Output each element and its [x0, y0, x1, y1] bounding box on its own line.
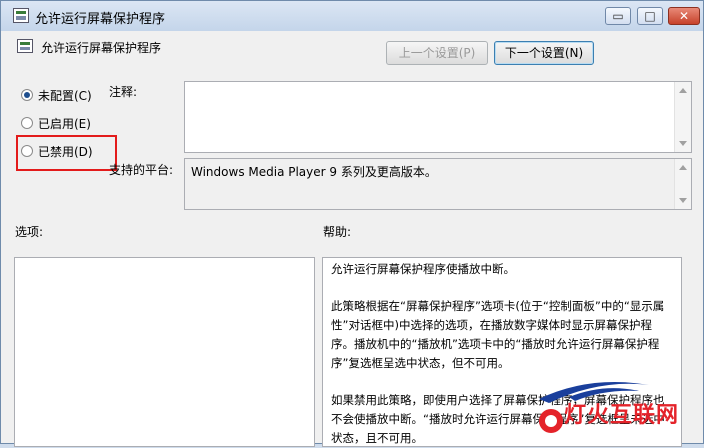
options-label: 选项:: [15, 225, 44, 239]
scroll-up-icon[interactable]: [679, 88, 687, 93]
watermark-text: 灯火互联网: [564, 403, 680, 428]
help-paragraph: 允许运行屏幕保护程序使播放中断。: [331, 262, 515, 276]
setting-icon: [17, 39, 33, 53]
policy-window: 允许运行屏幕保护程序 ▭ □ ✕ 允许运行屏幕保护程序 上一个设置(P) 下一个…: [0, 0, 704, 447]
radio-button[interactable]: [21, 89, 33, 101]
options-pane: [14, 257, 315, 447]
maximize-button[interactable]: □: [637, 7, 663, 25]
platform-label: 支持的平台:: [109, 163, 174, 177]
comment-field[interactable]: [184, 81, 692, 153]
scroll-down-icon[interactable]: [679, 198, 687, 203]
next-setting-button[interactable]: 下一个设置(N): [494, 41, 594, 65]
window-title: 允许运行屏幕保护程序: [35, 12, 166, 27]
policy-icon: [13, 8, 29, 23]
radio-label: 未配置(C): [38, 88, 92, 103]
help-label: 帮助:: [323, 225, 352, 239]
minimize-button[interactable]: ▭: [605, 7, 631, 25]
platform-scrollbar[interactable]: [674, 159, 691, 209]
radio-label: 已启用(E): [38, 116, 91, 131]
close-button[interactable]: ✕: [668, 7, 700, 25]
highlight-box: [16, 135, 117, 171]
scroll-up-icon[interactable]: [679, 165, 687, 170]
watermark: 灯火互联网: [529, 377, 704, 445]
scroll-down-icon[interactable]: [679, 141, 687, 146]
radio-enabled[interactable]: 已启用(E): [21, 114, 91, 132]
title-bar[interactable]: 允许运行屏幕保护程序 ▭ □ ✕: [1, 1, 703, 31]
platform-value: Windows Media Player 9 系列及更高版本。: [191, 165, 437, 179]
comment-scrollbar[interactable]: [674, 82, 691, 152]
radio-button[interactable]: [21, 117, 33, 129]
previous-setting-button[interactable]: 上一个设置(P): [386, 41, 488, 65]
setting-title: 允许运行屏幕保护程序: [41, 41, 162, 55]
comment-label: 注释:: [109, 85, 138, 99]
radio-not-configured[interactable]: 未配置(C): [21, 86, 92, 104]
platform-field: Windows Media Player 9 系列及更高版本。: [184, 158, 692, 210]
help-paragraph: 此策略根据在“屏幕保护程序”选项卡(位于“控制面板”中的“显示属性”对话框中)中…: [331, 299, 665, 370]
